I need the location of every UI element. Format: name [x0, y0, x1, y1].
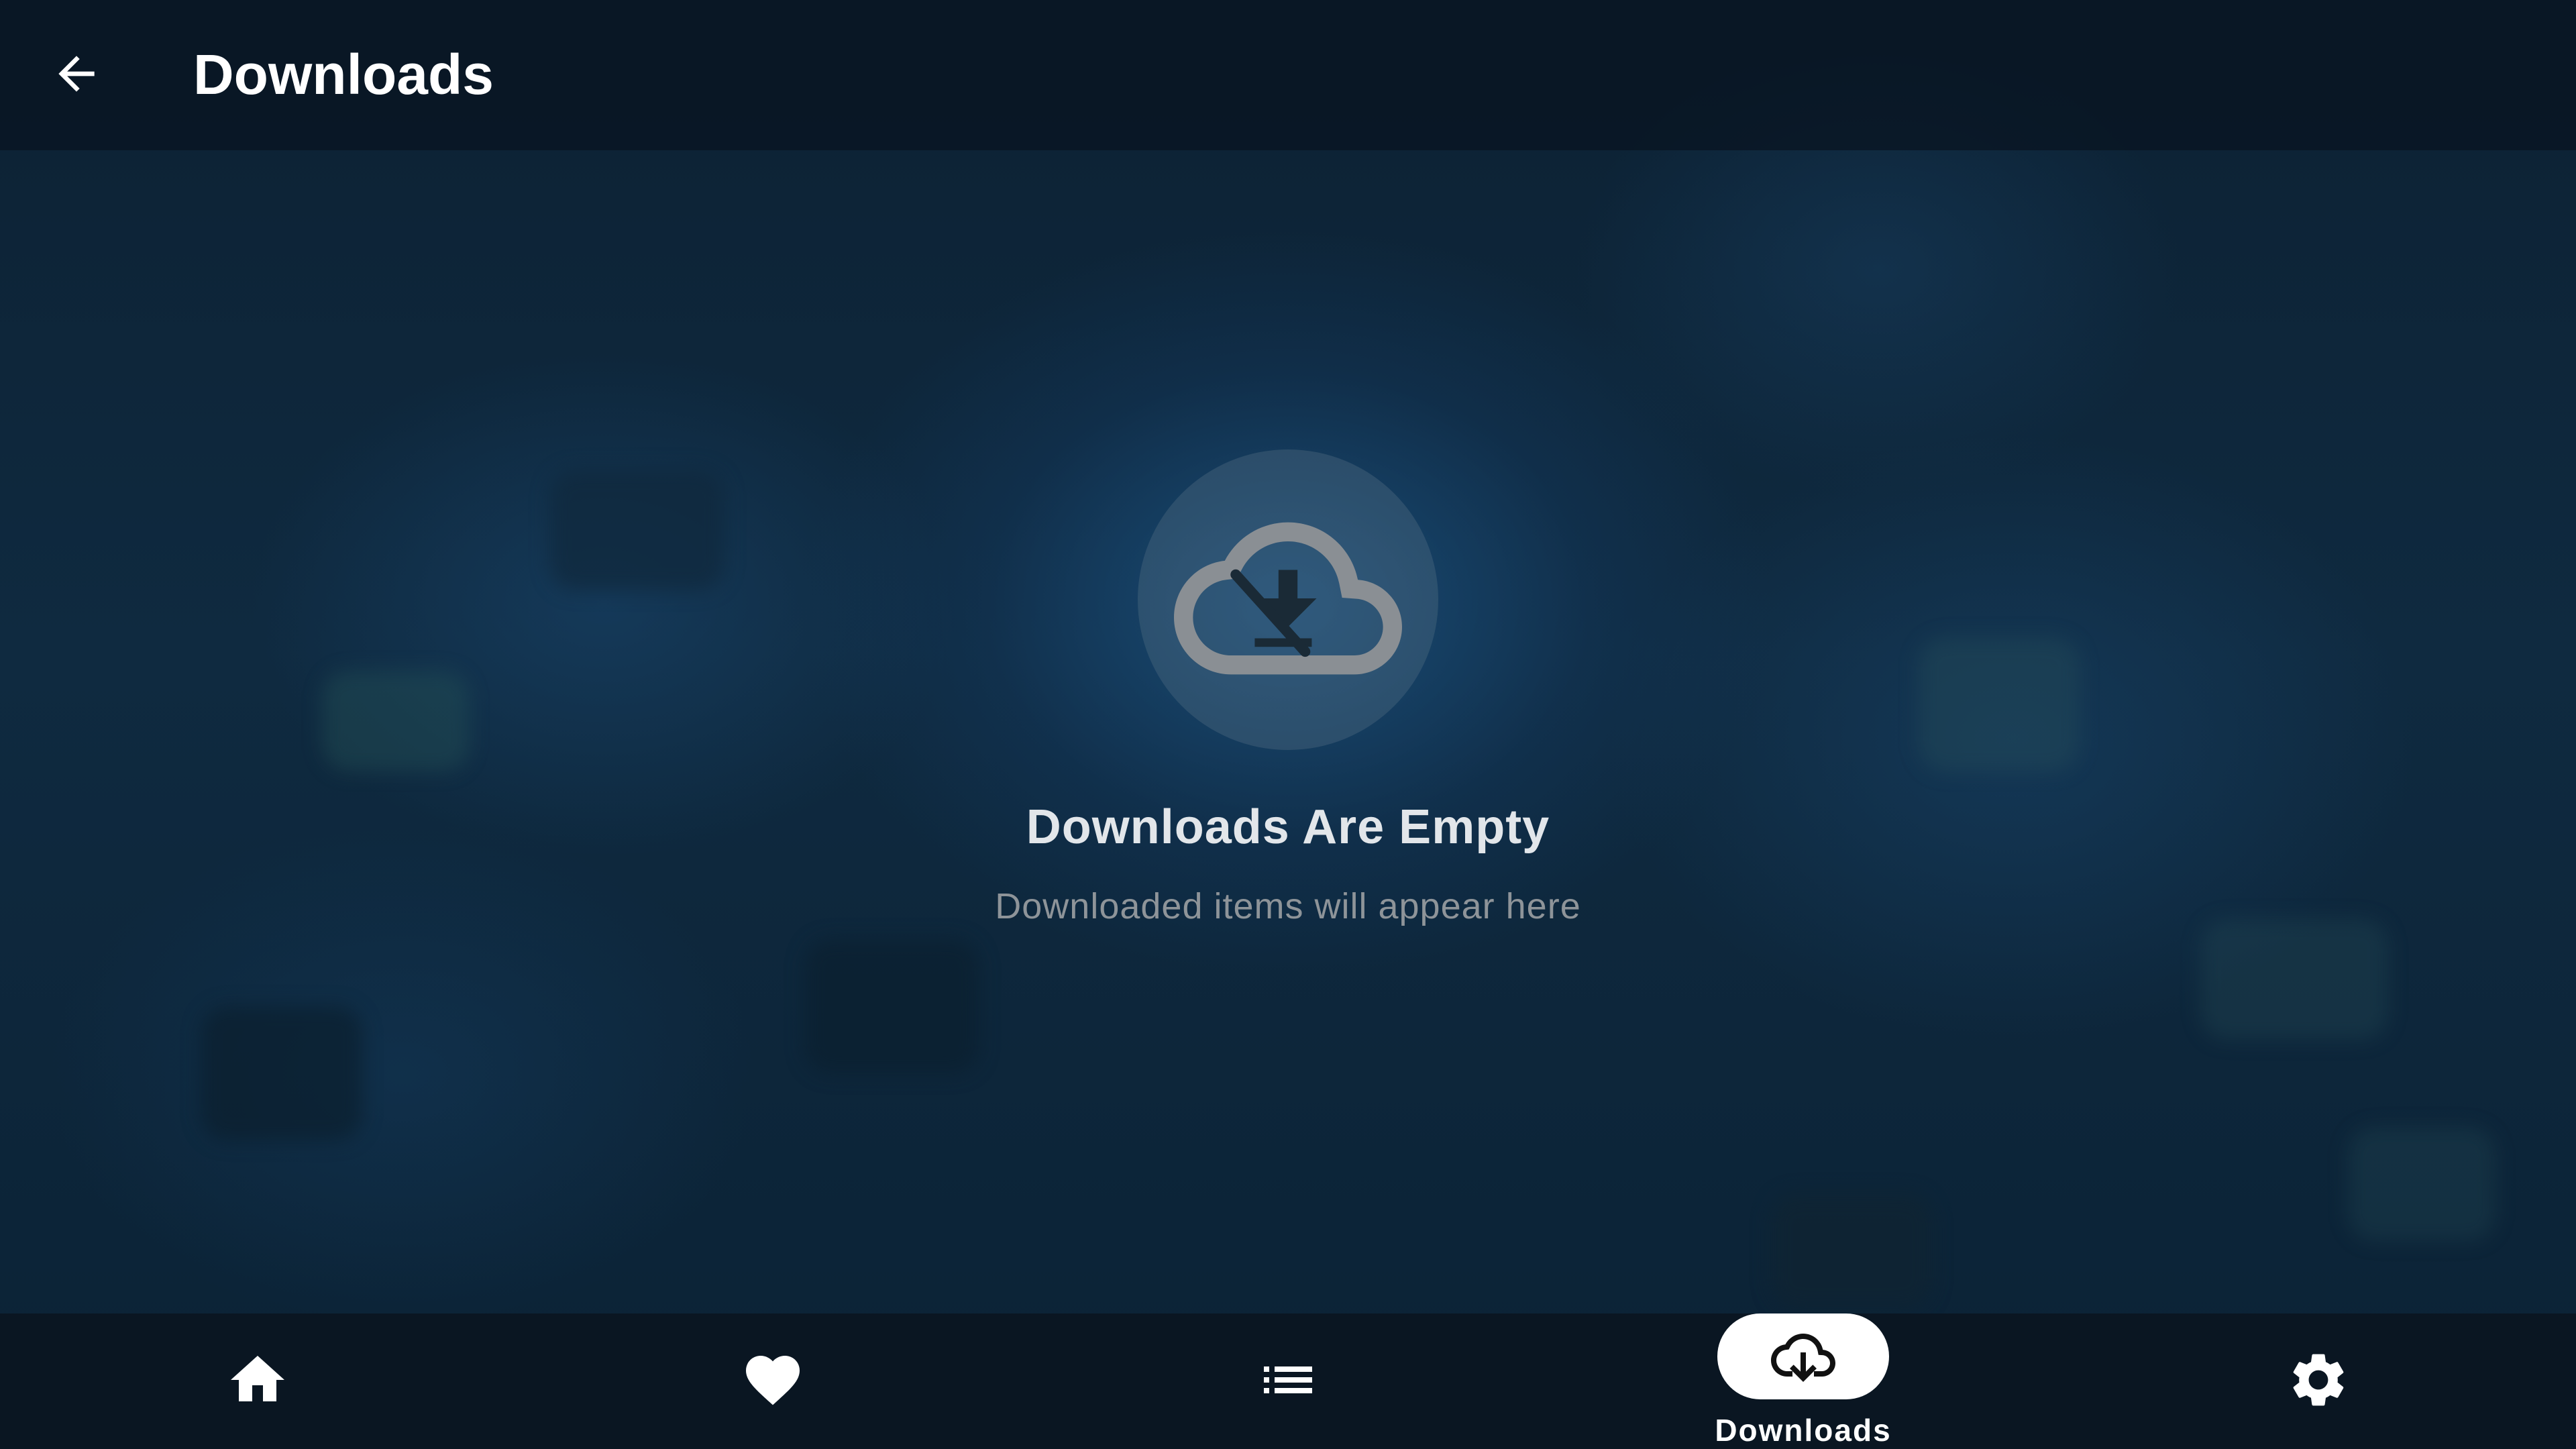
nav-item-home[interactable] [123, 1313, 392, 1449]
nav-pill-active [1717, 1313, 1889, 1399]
cloud-download-off-icon [1174, 484, 1402, 716]
nav-item-favorites[interactable] [639, 1313, 907, 1449]
nav-item-downloads[interactable]: Downloads [1669, 1313, 1937, 1449]
empty-state-subtitle: Downloaded items will appear here [995, 886, 1581, 926]
cloud-download-icon [1771, 1323, 1835, 1391]
arrow-back-icon [50, 47, 103, 104]
empty-state: Downloads Are Empty Downloaded items wil… [0, 449, 2576, 930]
empty-state-icon-circle [1138, 449, 1438, 750]
background-decoration [201, 1006, 362, 1140]
bottom-navigation: Downloads [0, 1313, 2576, 1449]
nav-pill [172, 1338, 343, 1424]
nav-item-list[interactable] [1154, 1313, 1422, 1449]
nav-pill [1202, 1338, 1374, 1424]
back-button[interactable] [43, 42, 110, 109]
empty-state-title: Downloads Are Empty [1026, 800, 1550, 854]
top-app-bar: Downloads [0, 0, 2576, 150]
nav-label-downloads: Downloads [1715, 1413, 1892, 1448]
background-decoration [805, 939, 979, 1073]
gear-icon [2286, 1348, 2351, 1415]
nav-pill [687, 1338, 859, 1424]
background-decoration [2348, 1127, 2496, 1241]
nav-pill [2233, 1338, 2404, 1424]
heart-icon [741, 1348, 805, 1415]
background-decoration [1771, 1194, 1932, 1308]
downloads-screen: Downloads Downloads Are Empty Downloaded… [0, 0, 2576, 1449]
home-icon [225, 1348, 290, 1415]
nav-item-settings[interactable] [2184, 1313, 2453, 1449]
list-icon [1256, 1348, 1320, 1415]
page-title: Downloads [193, 43, 494, 106]
background-decoration [2200, 919, 2388, 1040]
